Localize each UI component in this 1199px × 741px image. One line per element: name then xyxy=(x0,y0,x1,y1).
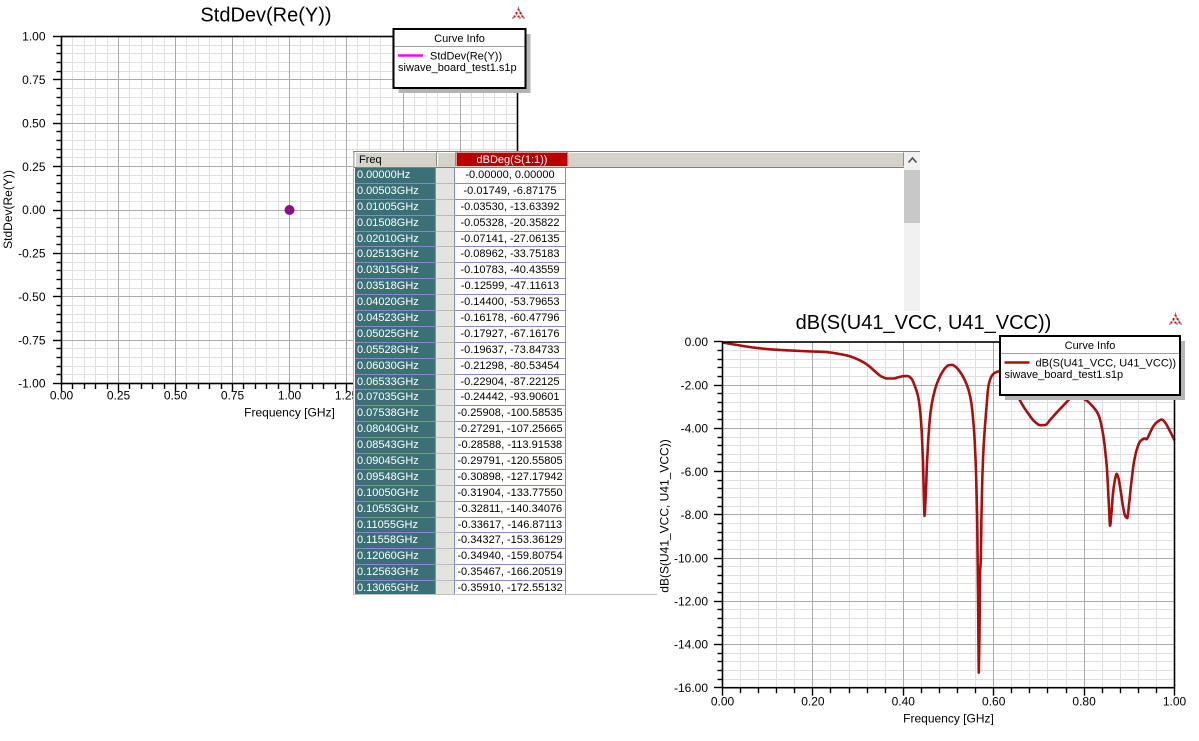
svg-text:-0.25: -0.25 xyxy=(18,247,46,261)
svg-text:Frequency [GHz]: Frequency [GHz] xyxy=(903,712,994,726)
svg-text:-0.50: -0.50 xyxy=(18,290,46,304)
svg-text:StdDev(Re(Y)): StdDev(Re(Y)) xyxy=(200,5,331,27)
svg-text:0.00: 0.00 xyxy=(22,203,46,217)
svg-text:siwave_board_test1.s1p: siwave_board_test1.s1p xyxy=(398,62,517,74)
svg-text:0.00: 0.00 xyxy=(50,389,74,403)
svg-text:-16.00: -16.00 xyxy=(674,681,708,695)
svg-text:0.75: 0.75 xyxy=(22,73,46,87)
svg-text:-0.75: -0.75 xyxy=(18,333,46,347)
svg-text:0.00: 0.00 xyxy=(711,695,735,709)
svg-text:dB(S(U41_VCC, U41_VCC)): dB(S(U41_VCC, U41_VCC)) xyxy=(796,312,1052,334)
svg-text:StdDev(Re(Y)): StdDev(Re(Y)) xyxy=(1,170,15,249)
svg-text:0.20: 0.20 xyxy=(801,695,825,709)
svg-text:1.00: 1.00 xyxy=(1163,695,1187,709)
svg-text:0.80: 0.80 xyxy=(1072,695,1096,709)
svg-text:1.00: 1.00 xyxy=(278,389,302,403)
svg-text:0.75: 0.75 xyxy=(221,389,245,403)
svg-text:-10.00: -10.00 xyxy=(674,551,708,565)
svg-text:StdDev(Re(Y)): StdDev(Re(Y)) xyxy=(430,51,502,63)
svg-text:0.25: 0.25 xyxy=(22,160,46,174)
svg-text:-4.00: -4.00 xyxy=(681,422,709,436)
svg-text:0.25: 0.25 xyxy=(107,389,131,403)
svg-text:-14.00: -14.00 xyxy=(674,638,708,652)
svg-text:-6.00: -6.00 xyxy=(681,465,709,479)
svg-text:dB(S(U41_VCC, U41_VCC)): dB(S(U41_VCC, U41_VCC)) xyxy=(1036,358,1177,370)
svg-text:Frequency [GHz]: Frequency [GHz] xyxy=(244,406,335,420)
svg-text:0.50: 0.50 xyxy=(164,389,188,403)
svg-text:siwave_board_test1.s1p: siwave_board_test1.s1p xyxy=(1005,369,1124,381)
svg-text:0.00: 0.00 xyxy=(685,335,709,349)
svg-text:-1.00: -1.00 xyxy=(18,377,46,391)
svg-text:-8.00: -8.00 xyxy=(681,508,709,522)
svg-text:1.00: 1.00 xyxy=(22,30,46,44)
svg-text:-2.00: -2.00 xyxy=(681,378,709,392)
svg-text:Curve Info: Curve Info xyxy=(1065,340,1116,352)
svg-text:0.40: 0.40 xyxy=(892,695,916,709)
svg-text:0.60: 0.60 xyxy=(982,695,1006,709)
svg-text:-12.00: -12.00 xyxy=(674,595,708,609)
svg-text:Curve Info: Curve Info xyxy=(434,33,485,45)
svg-text:0.50: 0.50 xyxy=(22,117,46,131)
svg-text:dB(S(U41_VCC, U41_VCC)): dB(S(U41_VCC, U41_VCC)) xyxy=(658,439,672,592)
